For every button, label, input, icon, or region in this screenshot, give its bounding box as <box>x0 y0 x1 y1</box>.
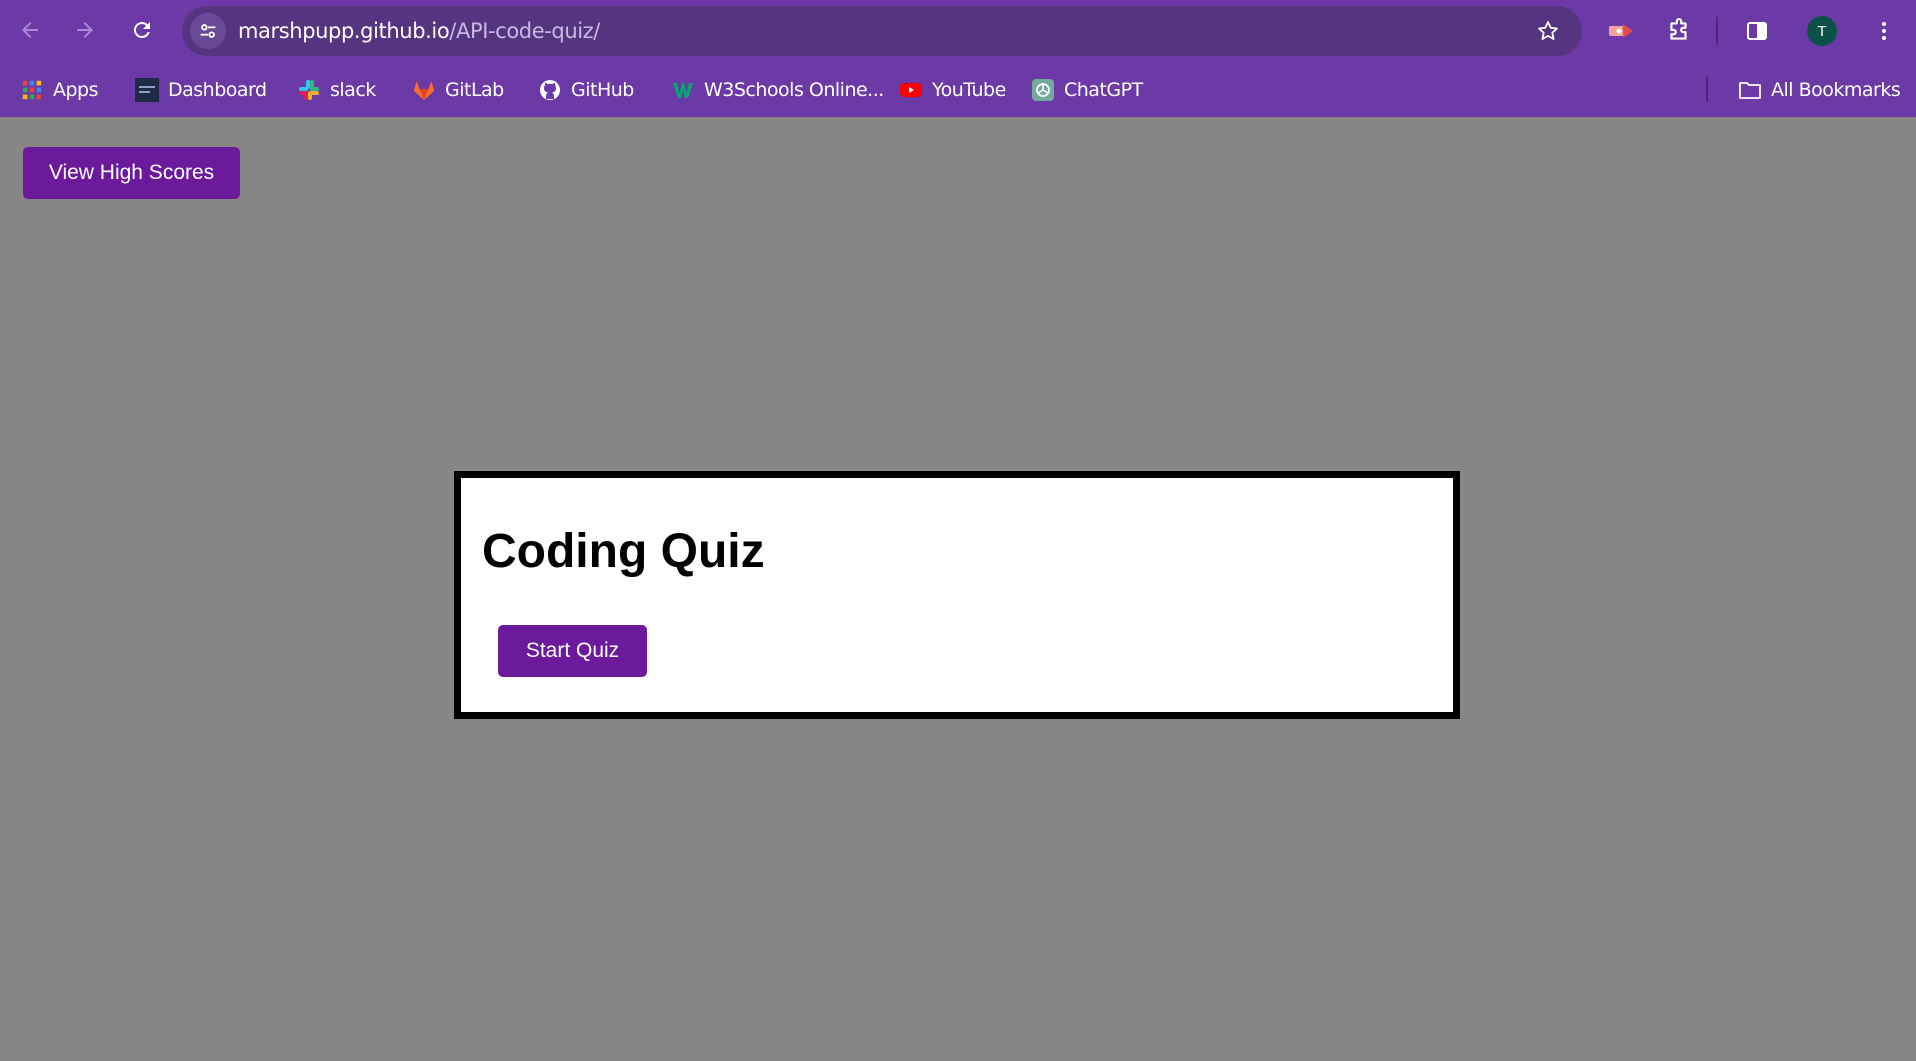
side-panel-icon <box>1747 22 1767 40</box>
start-quiz-button[interactable]: Start Quiz <box>498 625 647 677</box>
screen-record-extension-icon <box>1609 24 1633 38</box>
url-host: marshpupp.github.io <box>238 19 450 43</box>
bookmark-github[interactable]: GitHub <box>538 74 634 106</box>
quiz-card: Coding Quiz Start Quiz <box>454 471 1460 719</box>
bookmark-label: YouTube <box>932 79 1006 101</box>
slack-icon <box>297 78 321 102</box>
address-bar[interactable]: marshpupp.github.io/API-code-quiz/ <box>182 6 1582 56</box>
url-path: /API-code-quiz/ <box>449 19 600 43</box>
puzzle-icon <box>1670 18 1687 40</box>
bookmark-w3schools[interactable]: W3Schools Online... <box>671 74 884 106</box>
arrow-left-icon <box>22 22 38 38</box>
bookmark-label: ChatGPT <box>1064 79 1143 101</box>
avatar: T <box>1807 16 1837 46</box>
bookmark-gitlab[interactable]: GitLab <box>412 74 504 106</box>
site-info-button[interactable] <box>190 13 226 49</box>
bookmarks-bar: Apps Dashboard slack GitLab GitHub W3Sch… <box>0 64 1916 117</box>
bookmarks-divider <box>1706 76 1708 102</box>
side-panel-button[interactable] <box>1738 12 1776 50</box>
tune-icon <box>200 24 216 38</box>
extensions-menu-button[interactable] <box>1660 12 1698 50</box>
back-button[interactable] <box>12 12 48 48</box>
bookmark-slack[interactable]: slack <box>297 74 376 106</box>
view-high-scores-button[interactable]: View High Scores <box>23 147 240 199</box>
reload-icon <box>133 22 150 39</box>
dashboard-favicon <box>135 78 159 102</box>
bookmark-label: GitLab <box>445 79 504 101</box>
arrow-right-icon <box>77 22 93 38</box>
github-icon <box>538 78 562 102</box>
bookmark-apps[interactable]: Apps <box>20 74 99 106</box>
bookmark-label: W3Schools Online... <box>704 79 884 101</box>
browser-menu-button[interactable] <box>1865 12 1903 50</box>
all-bookmarks[interactable]: All Bookmarks <box>1738 74 1901 106</box>
forward-button[interactable] <box>67 12 103 48</box>
w3schools-icon <box>671 78 695 102</box>
bookmark-dashboard[interactable]: Dashboard <box>135 74 267 106</box>
bookmark-chatgpt[interactable]: ChatGPT <box>1031 74 1143 106</box>
bookmark-youtube[interactable]: YouTube <box>899 74 1006 106</box>
bookmark-star-button[interactable] <box>1534 17 1562 45</box>
page-title: Coding Quiz <box>482 525 765 578</box>
more-vertical-icon <box>1882 22 1886 40</box>
toolbar-divider <box>1716 17 1718 45</box>
folder-icon <box>1738 78 1762 102</box>
bookmark-label: Apps <box>53 79 99 101</box>
profile-button[interactable]: T <box>1803 12 1841 50</box>
all-bookmarks-label: All Bookmarks <box>1771 79 1901 101</box>
bookmark-label: Dashboard <box>168 79 267 101</box>
star-icon <box>1538 21 1558 40</box>
bookmark-label: slack <box>330 79 376 101</box>
reload-button[interactable] <box>124 12 160 48</box>
browser-toolbar: marshpupp.github.io/API-code-quiz/ T <box>0 0 1916 64</box>
youtube-icon <box>899 78 923 102</box>
url-text: marshpupp.github.io/API-code-quiz/ <box>238 19 600 43</box>
bookmark-label: GitHub <box>571 79 634 101</box>
gitlab-icon <box>412 78 436 102</box>
chatgpt-icon <box>1031 78 1055 102</box>
extension-button[interactable] <box>1602 12 1640 50</box>
apps-grid-icon <box>20 78 44 102</box>
